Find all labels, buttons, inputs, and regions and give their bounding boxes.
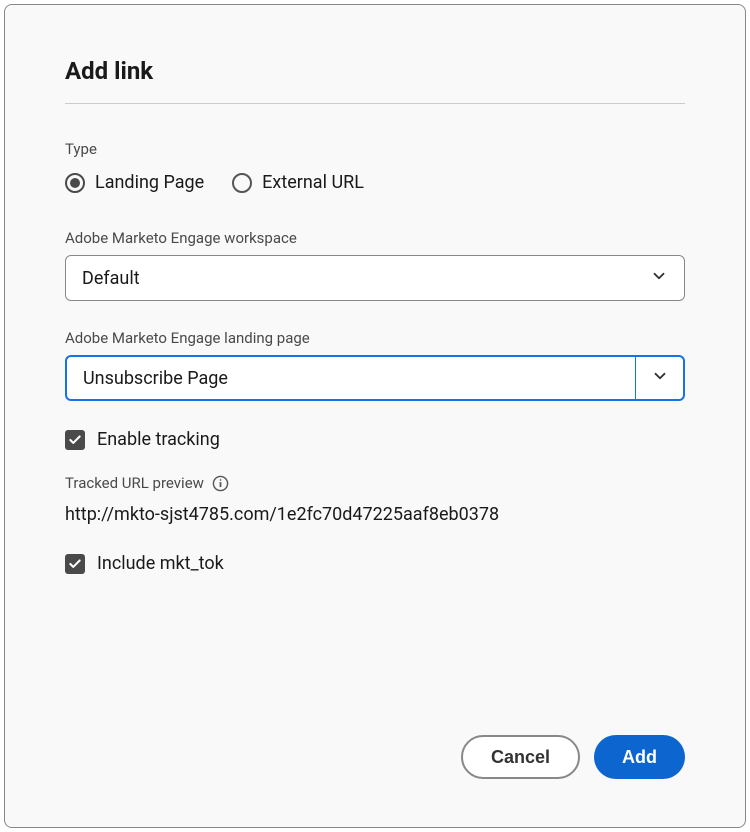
include-mkt-tok-row: Include mkt_tok — [65, 553, 685, 574]
landing-page-select[interactable]: Unsubscribe Page — [65, 355, 685, 401]
radio-label: Landing Page — [95, 172, 204, 193]
dialog-title: Add link — [65, 57, 685, 85]
include-mkt-tok-label: Include mkt_tok — [97, 553, 224, 574]
divider — [65, 103, 685, 104]
dialog-buttons: Cancel Add — [65, 735, 685, 779]
enable-tracking-label: Enable tracking — [97, 429, 220, 450]
type-radio-group: Landing Page External URL — [65, 172, 685, 193]
info-icon[interactable] — [212, 474, 230, 492]
radio-external-url[interactable]: External URL — [232, 172, 364, 193]
chevron-down-icon — [650, 267, 668, 290]
workspace-select[interactable]: Default — [65, 255, 685, 301]
tracked-url-label: Tracked URL preview — [65, 474, 204, 492]
radio-icon — [232, 173, 252, 193]
select-value: Unsubscribe Page — [83, 368, 635, 389]
include-mkt-tok-checkbox[interactable] — [65, 554, 85, 574]
dropdown-button[interactable] — [635, 357, 683, 399]
enable-tracking-row: Enable tracking — [65, 429, 685, 450]
tracked-url-preview: http://mkto-sjst4785.com/1e2fc70d47225aa… — [65, 504, 685, 525]
radio-landing-page[interactable]: Landing Page — [65, 172, 204, 193]
type-label: Type — [65, 140, 685, 158]
radio-icon — [65, 173, 85, 193]
landing-page-label: Adobe Marketo Engage landing page — [65, 329, 685, 347]
check-icon — [68, 433, 82, 447]
check-icon — [68, 557, 82, 571]
select-value: Default — [82, 268, 650, 289]
radio-label: External URL — [262, 172, 364, 193]
chevron-down-icon — [651, 367, 669, 390]
enable-tracking-checkbox[interactable] — [65, 430, 85, 450]
add-button[interactable]: Add — [594, 735, 685, 779]
cancel-button[interactable]: Cancel — [461, 735, 580, 779]
tracked-url-label-row: Tracked URL preview — [65, 474, 685, 492]
add-link-dialog: Add link Type Landing Page External URL … — [4, 4, 746, 828]
workspace-label: Adobe Marketo Engage workspace — [65, 229, 685, 247]
